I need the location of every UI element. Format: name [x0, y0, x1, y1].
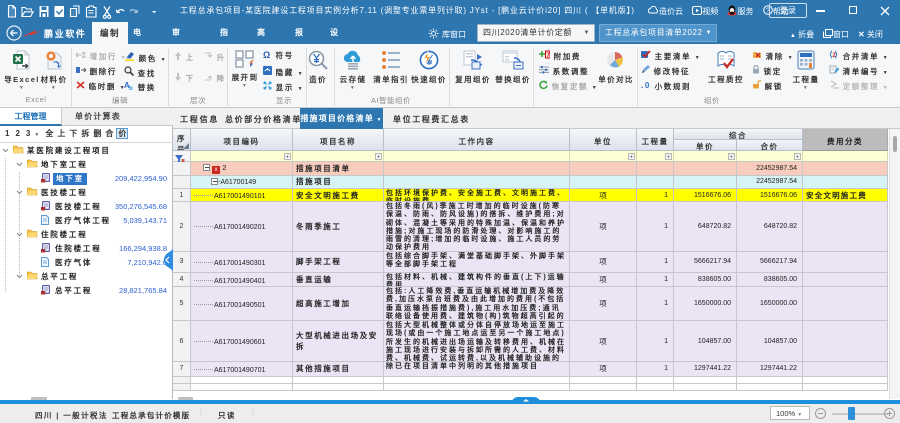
svg-text:2: 2 — [832, 53, 837, 59]
svg-text:b: b — [129, 86, 134, 90]
svg-text:.0: .0 — [641, 81, 651, 89]
svg-text:7: 7 — [546, 52, 550, 59]
